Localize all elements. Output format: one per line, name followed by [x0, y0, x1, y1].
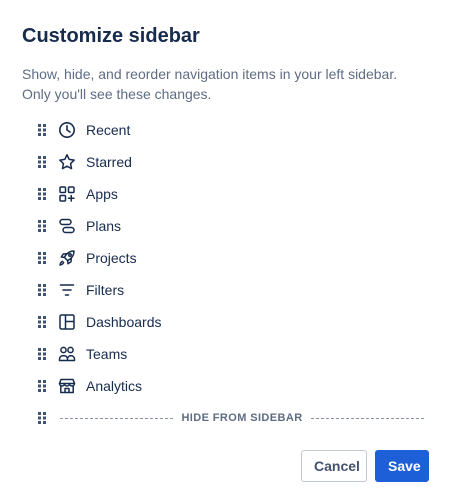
sidebar-item-label: Filters [86, 282, 125, 298]
drag-handle-icon[interactable] [34, 186, 50, 202]
sidebar-item-starred[interactable]: Starred [34, 146, 334, 178]
dialog-title: Customize sidebar [22, 25, 200, 47]
dialog-description: Show, hide, and reorder navigation items… [22, 66, 398, 102]
sidebar-item-label: Teams [86, 346, 128, 362]
dashed-line [60, 417, 174, 419]
dashed-line [310, 417, 424, 419]
sidebar-item-plans[interactable]: Plans [34, 210, 334, 242]
dashboard-icon [58, 313, 76, 331]
drag-handle-icon[interactable] [34, 314, 50, 330]
cancel-button[interactable]: Cancel [301, 450, 367, 482]
drag-handle-icon[interactable] [34, 282, 50, 298]
hide-from-sidebar-divider[interactable]: HIDE FROM SIDEBAR [34, 402, 424, 434]
sidebar-item-dashboards[interactable]: Dashboards [34, 306, 334, 338]
sidebar-item-label: Starred [86, 154, 132, 170]
star-icon [58, 153, 76, 171]
sidebar-item-projects[interactable]: Projects [34, 242, 334, 274]
sidebar-item-label: Projects [86, 250, 137, 266]
drag-handle-icon[interactable] [34, 346, 50, 362]
drag-handle-icon[interactable] [34, 154, 50, 170]
sidebar-item-recent[interactable]: Recent [34, 114, 334, 146]
drag-handle-icon[interactable] [34, 218, 50, 234]
customize-sidebar-dialog: Customize sidebar Show, hide, and reorde… [0, 0, 450, 494]
sidebar-item-label: Apps [86, 186, 118, 202]
sidebar-item-apps[interactable]: Apps [34, 178, 334, 210]
sidebar-item-label: Analytics [86, 378, 143, 394]
sidebar-item-label: Recent [86, 122, 131, 138]
apps-icon [58, 185, 76, 203]
sidebar-item-analytics[interactable]: Analytics [34, 370, 334, 402]
drag-handle-icon[interactable] [34, 410, 50, 426]
people-icon [58, 345, 76, 363]
divider-label: HIDE FROM SIDEBAR [181, 412, 303, 424]
store-icon [58, 377, 76, 395]
filter-icon [58, 281, 76, 299]
drag-handle-icon[interactable] [34, 378, 50, 394]
sidebar-item-filters[interactable]: Filters [34, 274, 334, 306]
drag-handle-icon[interactable] [34, 250, 50, 266]
plans-icon [58, 217, 76, 235]
sidebar-item-label: Plans [86, 218, 122, 234]
rocket-icon [58, 249, 76, 267]
clock-icon [58, 121, 76, 139]
sidebar-item-teams[interactable]: Teams [34, 338, 334, 370]
sidebar-item-label: Dashboards [86, 314, 162, 330]
drag-handle-icon[interactable] [34, 122, 50, 138]
save-button[interactable]: Save [375, 450, 429, 482]
